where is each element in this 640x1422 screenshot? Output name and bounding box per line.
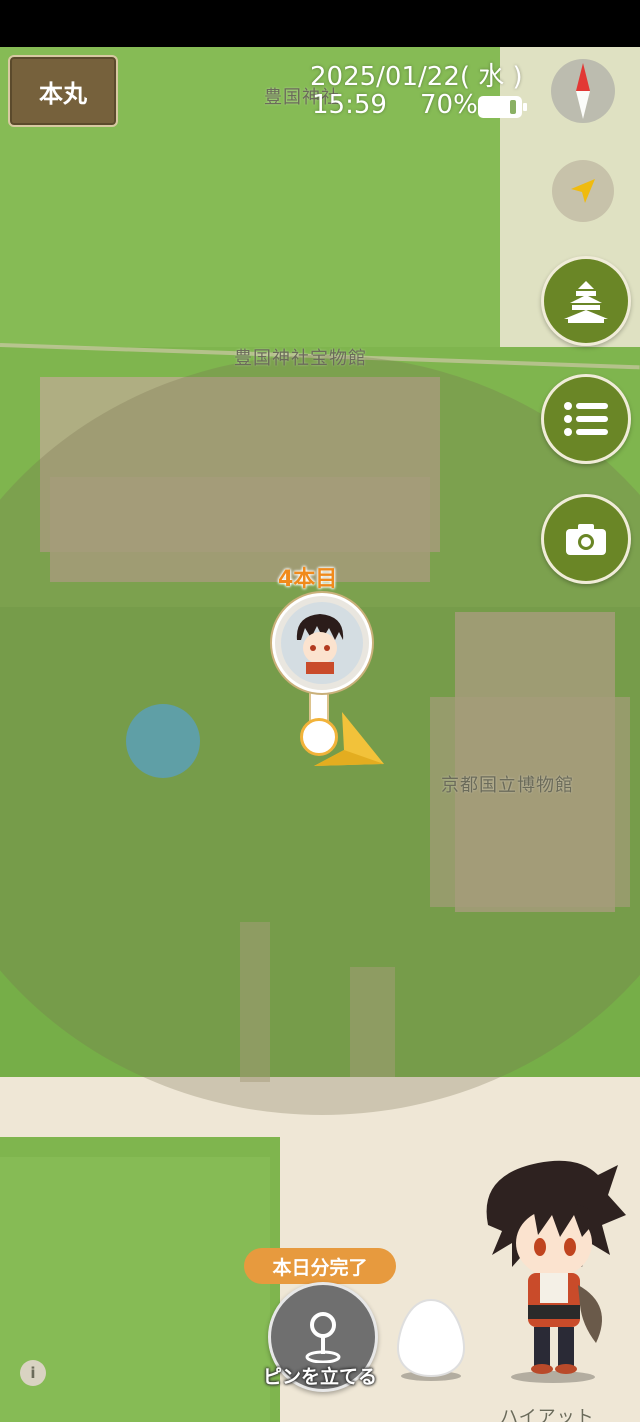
- camera-icon: [566, 524, 606, 555]
- list-icon: [564, 402, 608, 436]
- camera-button[interactable]: [541, 494, 631, 584]
- list-button[interactable]: [541, 374, 631, 464]
- honmaru-button[interactable]: 本丸: [8, 55, 118, 127]
- player-avatar-marker[interactable]: [272, 593, 372, 693]
- battery-percent: 70%: [420, 90, 478, 120]
- daily-complete-badge: 本日分完了: [244, 1248, 396, 1292]
- pin-icon: [305, 1312, 341, 1363]
- map-label-treasure-hall: 豊国神社宝物館: [234, 348, 367, 369]
- battery-icon: [478, 96, 527, 118]
- compass-button[interactable]: [551, 59, 615, 123]
- time-text: 15:59: [312, 90, 387, 120]
- egg-icon[interactable]: [396, 1296, 466, 1382]
- castle-icon: [564, 281, 608, 323]
- character-face-icon: [296, 614, 344, 674]
- place-pin-label: ピンを立てる: [262, 1366, 377, 1388]
- character-avatar[interactable]: [478, 1155, 628, 1383]
- locate-button[interactable]: [552, 160, 614, 222]
- heading-arrow-icon: [314, 712, 384, 766]
- map-label-museum: 京都国立博物館: [441, 775, 574, 796]
- location-arrow-icon: [571, 179, 595, 203]
- pin-count-label: 4本目: [278, 567, 338, 592]
- castle-button[interactable]: [541, 256, 631, 346]
- info-button[interactable]: i: [20, 1360, 46, 1386]
- daily-complete-label: 本日分完了: [272, 1256, 368, 1279]
- compass-icon: [576, 63, 590, 119]
- date-text: 2025/01/22( 水 ): [310, 62, 523, 92]
- status-bar: [0, 0, 640, 47]
- map-label-hyatt: ハイアット: [500, 1407, 595, 1422]
- pond: [126, 704, 200, 778]
- honmaru-button-label: 本丸: [39, 79, 87, 108]
- info-icon: i: [30, 1364, 36, 1382]
